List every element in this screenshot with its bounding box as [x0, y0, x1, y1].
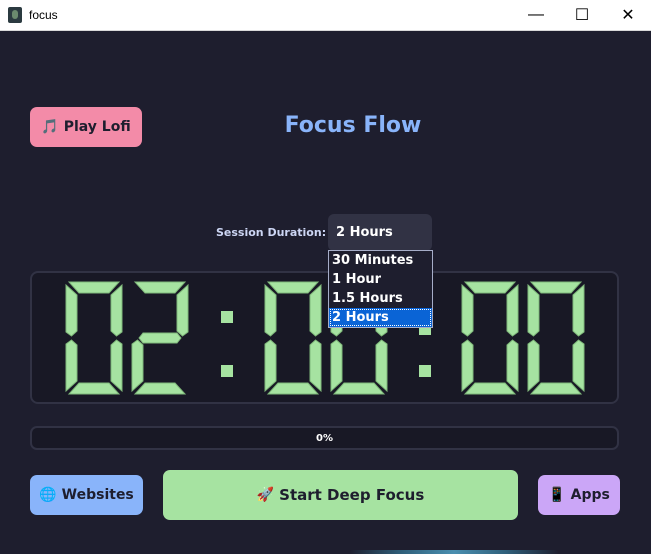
rocket-icon: 🚀	[256, 487, 275, 503]
window-title: focus	[29, 8, 58, 22]
digit-segment	[67, 281, 121, 294]
digit-segment	[266, 281, 320, 294]
duration-option-1-5-hours[interactable]: 1.5 Hours	[329, 289, 432, 308]
digit-segment	[131, 339, 144, 393]
digit-segment	[176, 283, 189, 337]
colon-dot	[221, 311, 233, 323]
timer-digit	[264, 281, 322, 395]
start-deep-focus-label: Start Deep Focus	[279, 486, 425, 504]
close-icon: ✕	[621, 7, 635, 24]
websites-label: Websites	[61, 487, 134, 503]
digit-segment	[461, 339, 474, 393]
digit-segment	[65, 339, 78, 393]
window-title-bar: focus — ☐ ✕	[0, 0, 651, 31]
digit-segment	[375, 339, 388, 393]
digit-segment	[527, 339, 540, 393]
app-icon	[8, 7, 22, 23]
music-note-icon: 🎵	[41, 119, 59, 135]
phone-icon: 📱	[548, 487, 566, 503]
digit-segment	[529, 281, 583, 294]
session-duration-value: 2 Hours	[336, 225, 393, 240]
progress-label: 0%	[316, 432, 333, 444]
apps-label: Apps	[570, 487, 610, 503]
digit-segment	[529, 382, 583, 395]
digit-segment	[309, 283, 322, 337]
digit-segment	[133, 382, 187, 395]
background-image-peek	[349, 550, 559, 554]
apps-button[interactable]: 📱 Apps	[538, 475, 620, 515]
app-title: Focus Flow	[284, 113, 422, 138]
start-deep-focus-button[interactable]: 🚀 Start Deep Focus	[163, 470, 518, 520]
digit-segment	[138, 332, 182, 344]
session-duration-label: Session Duration:	[216, 226, 327, 239]
digit-segment	[133, 281, 187, 294]
digit-segment	[332, 382, 386, 395]
maximize-button[interactable]: ☐	[559, 0, 605, 30]
timer-colon	[419, 323, 431, 377]
digit-segment	[264, 339, 277, 393]
minimize-button[interactable]: —	[513, 0, 559, 30]
digit-segment	[461, 283, 474, 337]
timer-digit	[65, 281, 123, 395]
digit-segment	[309, 339, 322, 393]
websites-button[interactable]: 🌐 Websites	[30, 475, 143, 515]
timer-digit	[461, 281, 519, 395]
timer-display	[30, 271, 619, 404]
app-body: 🎵 Play Lofi Focus Flow Session Duration:…	[0, 31, 651, 554]
window-controls: — ☐ ✕	[513, 0, 651, 30]
digit-segment	[572, 283, 585, 337]
digit-segment	[110, 283, 123, 337]
duration-option-2-hours[interactable]: 2 Hours	[329, 308, 432, 327]
maximize-icon: ☐	[574, 7, 590, 24]
timer-digit	[527, 281, 585, 395]
session-duration-select[interactable]: 2 Hours	[328, 214, 432, 251]
globe-icon: 🌐	[39, 487, 57, 503]
close-button[interactable]: ✕	[605, 0, 651, 30]
digit-segment	[110, 339, 123, 393]
play-lofi-button[interactable]: 🎵 Play Lofi	[30, 107, 142, 147]
colon-dot	[221, 365, 233, 377]
digit-segment	[506, 339, 519, 393]
digit-segment	[463, 281, 517, 294]
digit-segment	[330, 339, 343, 393]
timer-colon	[221, 311, 233, 377]
session-duration-dropdown[interactable]: 30 Minutes 1 Hour 1.5 Hours 2 Hours	[328, 250, 433, 328]
digit-segment	[572, 339, 585, 393]
digit-segment	[264, 283, 277, 337]
digit-segment	[65, 283, 78, 337]
digit-segment	[67, 382, 121, 395]
timer-digit	[131, 281, 189, 395]
digit-segment	[266, 382, 320, 395]
duration-option-30-minutes[interactable]: 30 Minutes	[329, 251, 432, 270]
duration-option-1-hour[interactable]: 1 Hour	[329, 270, 432, 289]
play-lofi-label: Play Lofi	[63, 119, 131, 135]
colon-dot	[419, 365, 431, 377]
digit-segment	[506, 283, 519, 337]
focus-progress-bar: 0%	[30, 426, 619, 450]
timer-digits	[65, 281, 585, 395]
digit-segment	[463, 382, 517, 395]
digit-segment	[527, 283, 540, 337]
minimize-icon: —	[528, 6, 544, 23]
